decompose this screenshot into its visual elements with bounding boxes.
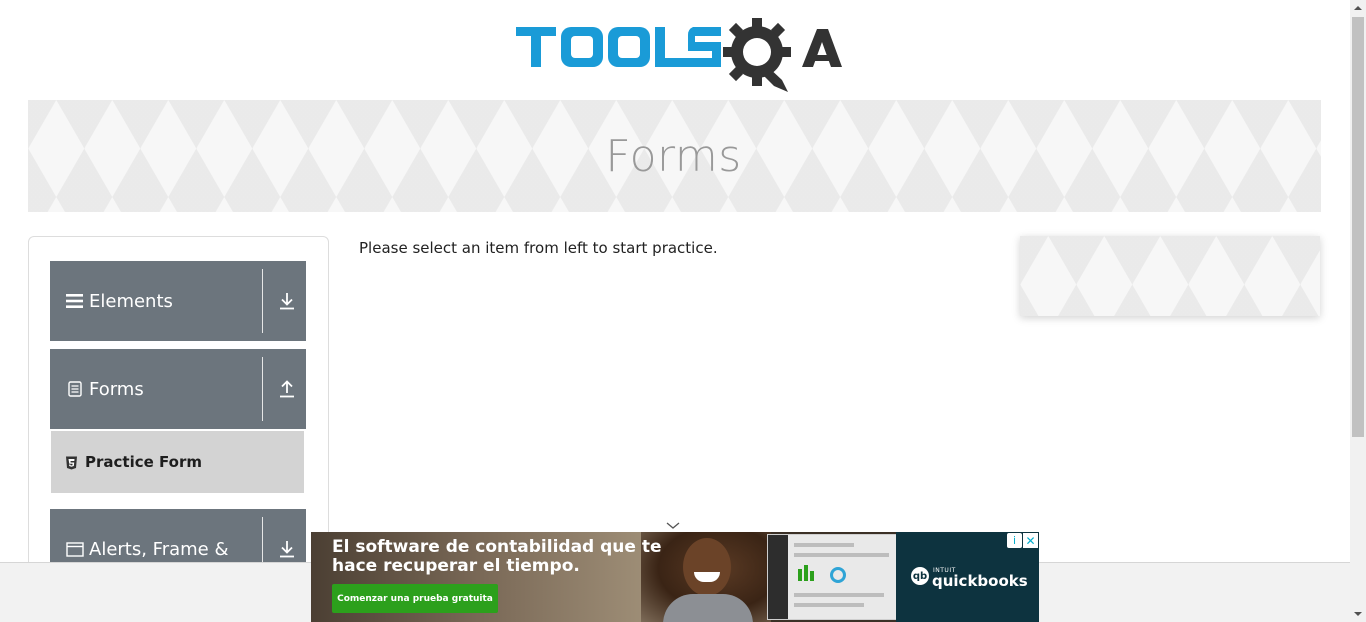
- vertical-scrollbar[interactable]: [1350, 0, 1366, 622]
- upload-arrow-icon[interactable]: [277, 379, 297, 399]
- ad-dashboard-image: [767, 534, 897, 620]
- toolsqa-logo-graphic: [516, 18, 842, 92]
- window-icon: [66, 540, 84, 558]
- main-message: Please select an item from left to start…: [359, 239, 718, 257]
- download-arrow-icon[interactable]: [277, 539, 297, 559]
- divider: [262, 269, 263, 333]
- sidebar-item-practice-form[interactable]: Practice Form: [51, 431, 304, 493]
- ad-cta-button[interactable]: Comenzar una prueba gratuita: [332, 584, 498, 613]
- ad-headline: El software de contabilidad que te hace …: [332, 537, 662, 576]
- ad-dashboard-bar: [798, 569, 802, 581]
- page-title: Forms: [605, 130, 742, 182]
- sidebar-group-elements[interactable]: Elements: [50, 261, 306, 341]
- scroll-up-icon[interactable]: [1350, 0, 1366, 16]
- document-icon: [66, 380, 84, 398]
- toolsqa-logo[interactable]: [512, 14, 842, 92]
- html5-icon: [65, 455, 78, 470]
- ad-dashboard-row: [794, 553, 889, 557]
- sidebar-group-label: Elements: [89, 290, 173, 312]
- ad-dashboard-row: [794, 603, 864, 607]
- ad-dashboard-row: [794, 593, 884, 597]
- page: Forms Elements Forms Practice Form Alert…: [0, 0, 1366, 622]
- sidebar-group-label: Forms: [89, 378, 144, 400]
- sidebar-group-forms[interactable]: Forms: [50, 349, 306, 429]
- ad-dashboard-bar: [804, 565, 808, 581]
- ad-shirt: [663, 594, 753, 622]
- download-arrow-icon[interactable]: [277, 291, 297, 311]
- ad-brand-name: quickbooks: [932, 572, 1028, 590]
- ad-face: [683, 538, 731, 596]
- page-banner: Forms: [28, 100, 1321, 212]
- ad-dashboard-sidebar: [768, 535, 788, 619]
- ad-dashboard-row: [794, 543, 854, 547]
- right-ad-placeholder: [1020, 236, 1320, 316]
- ad-dashboard-ring: [830, 567, 846, 583]
- ad-close-icon[interactable]: ✕: [1023, 533, 1038, 548]
- ad-dashboard-bar: [810, 571, 814, 581]
- list-icon: [66, 292, 84, 310]
- divider: [262, 357, 263, 421]
- chevron-down-icon[interactable]: [664, 517, 682, 529]
- scrollbar-thumb[interactable]: [1352, 17, 1364, 437]
- sidebar-item-label: Practice Form: [85, 453, 202, 471]
- adchoices-icon[interactable]: i: [1007, 533, 1022, 548]
- sidebar-group-label: Alerts, Frame &: [89, 538, 229, 560]
- quickbooks-logo-icon: qb: [911, 567, 929, 585]
- scroll-down-icon[interactable]: [1350, 606, 1366, 622]
- ad-banner[interactable]: El software de contabilidad que te hace …: [311, 532, 1039, 622]
